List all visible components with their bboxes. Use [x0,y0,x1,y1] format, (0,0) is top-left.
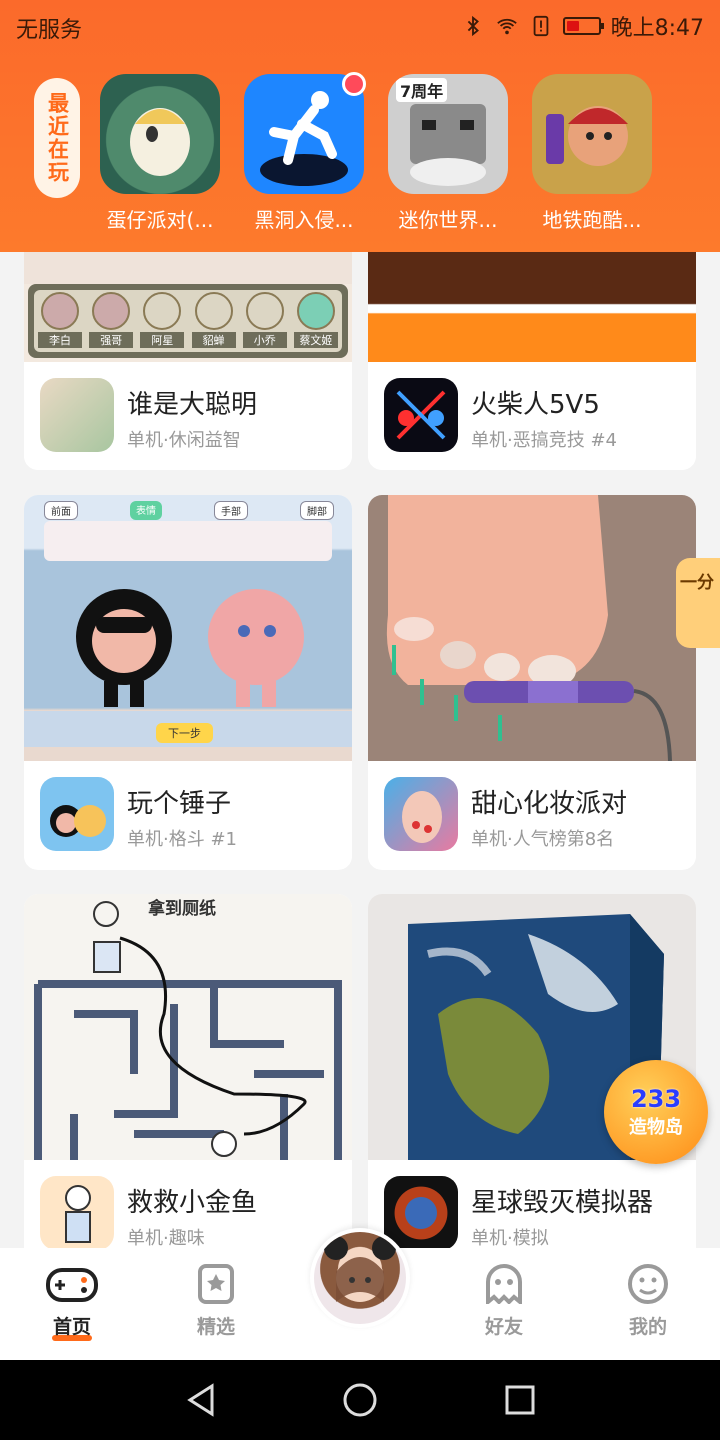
game-thumbnail [368,252,696,362]
game-app-icon [40,777,114,851]
back-icon[interactable] [184,1382,218,1418]
top-header: 无服务 晚上8:47 最近在玩 蛋仔派对(... 黑洞入侵... 7周年 迷你世… [0,0,720,252]
ghost-icon [486,1264,522,1307]
recent-game-item[interactable]: 地铁跑酷... [532,74,652,233]
game-card[interactable]: 火柴人5V5 单机·恶搞竞技 #4 [368,252,696,470]
recent-game-name: 地铁跑酷... [542,208,642,232]
sim-alert-icon [533,15,548,37]
character-name: 李白 [38,332,82,348]
game-name: 星球毁灭模拟器 [471,1188,654,1218]
game-app-icon [384,777,458,851]
game-app-icon [40,1176,114,1248]
game-category: 单机·趣味 [127,1228,205,1248]
recent-game-name: 黑洞入侵... [254,208,354,232]
nav-label: 好友 [484,1316,523,1338]
side-promo-text: 一分 [680,573,714,593]
recent-game-item[interactable]: 蛋仔派对(... [100,74,220,233]
character-name: 阿星 [140,332,185,348]
star-bookmark-icon [198,1264,234,1304]
creation-island-button[interactable]: 233 造物岛 [604,1060,708,1164]
game-card[interactable]: 前面 表情 手部 脚部 下一步 玩个锤子 单机·格斗 #1 [24,495,352,870]
game-app-icon [384,378,458,452]
game-app-icon [384,1176,458,1248]
avatar [314,1232,406,1324]
side-promo-tab[interactable]: 一分 [676,558,720,648]
nav-home[interactable]: 首页 [22,1264,122,1341]
home-icon[interactable] [342,1382,378,1418]
nav-profile[interactable]: 我的 [598,1264,698,1339]
recent-game-name: 蛋仔派对(... [106,208,214,232]
smiley-icon [628,1264,668,1304]
center-avatar-button[interactable] [310,1228,410,1328]
bluetooth-icon [467,15,479,37]
game-name: 谁是大聪明 [127,390,258,420]
anniversary-badge: 7周年 [396,78,448,102]
gamepad-icon [46,1268,98,1302]
creation-island-text: 造物岛 [629,1117,683,1138]
recent-game-item[interactable]: 7周年 迷你世界... [388,74,508,233]
black-hole-icon [244,72,366,194]
game-thumbnail: 拿到厕纸 [24,894,352,1160]
game-card[interactable]: 拿到厕纸 救救小金鱼 单机·趣味 [24,894,352,1248]
carrier-text: 无服务 [16,18,83,43]
egg-party-icon [100,74,220,194]
character-name: 蔡文姬 [293,332,338,348]
recent-game-item[interactable]: 黑洞入侵... [244,72,366,233]
creation-island-number: 233 [630,1085,682,1113]
recent-played-label: 最近在玩 [34,78,80,198]
next-step-button-art: 下一步 [156,723,213,743]
nav-featured[interactable]: 精选 [166,1264,266,1339]
game-app-icon [40,378,114,452]
game-thumbnail: 前面 表情 手部 脚部 下一步 [24,495,352,761]
game-category: 单机·人气榜第8名 [471,829,615,850]
game-category: 单机·休闲益智 [127,430,241,451]
wifi-icon [496,18,517,35]
recent-games-row: 蛋仔派对(... 黑洞入侵... 7周年 迷你世界... 地铁跑酷... [100,72,652,233]
clock-text: 晚上8:47 [610,16,704,41]
game-thumbnail [368,495,696,762]
nav-label: 精选 [196,1316,235,1338]
game-card[interactable]: 甜心化妆派对 单机·人气榜第8名 [368,495,696,870]
game-card[interactable]: 李白 强哥 阿星 貂蝉 小乔 蔡文姬 谁是大聪明 单机·休闲益智 [24,252,352,470]
character-name: 小乔 [242,332,287,348]
game-name: 救救小金鱼 [127,1188,258,1218]
recent-game-name: 迷你世界... [398,208,498,232]
notification-badge [342,72,366,96]
character-name: 貂蝉 [191,332,236,348]
mini-world-icon: 7周年 [388,74,508,194]
game-name: 火柴人5V5 [471,390,600,420]
system-nav-bar [0,1360,720,1440]
game-category: 单机·格斗 #1 [127,829,237,850]
status-bar: 无服务 晚上8:47 [0,0,720,52]
nav-label: 我的 [628,1316,667,1338]
nav-label: 首页 [52,1316,91,1338]
game-thumbnail: 李白 强哥 阿星 貂蝉 小乔 蔡文姬 [24,252,352,362]
battery-icon [562,17,604,35]
game-name: 玩个锤子 [127,789,232,819]
character-name: 强哥 [89,332,134,348]
game-name: 甜心化妆派对 [471,789,628,819]
recents-icon[interactable] [504,1384,536,1416]
game-category: 单机·模拟 [471,1228,549,1248]
nav-friends[interactable]: 好友 [454,1264,554,1339]
game-category: 单机·恶搞竞技 #4 [471,430,617,451]
subway-surfers-icon [532,74,652,194]
